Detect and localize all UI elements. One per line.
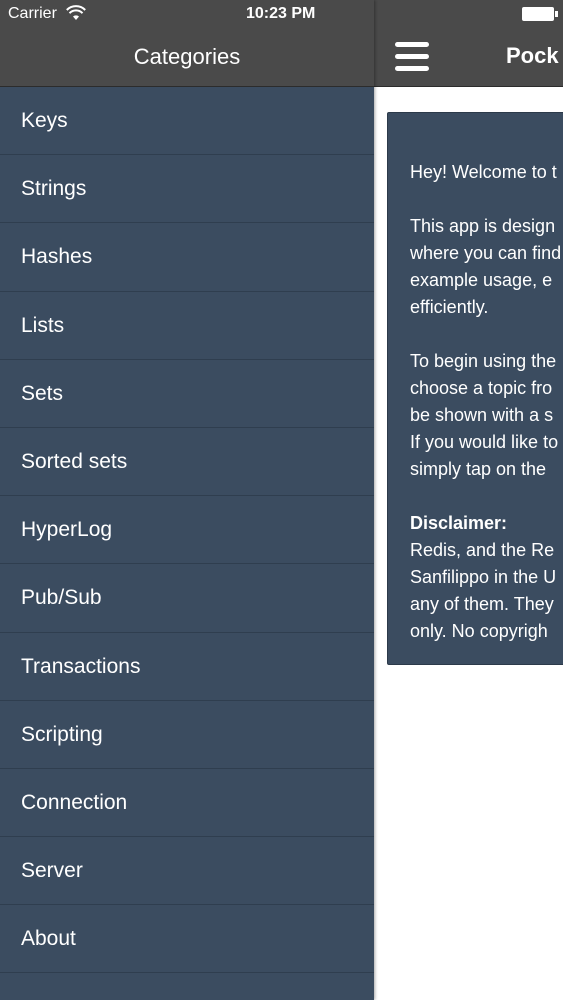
app-screen: Carrier 10:23 PM Categories Keys Strings…	[0, 0, 563, 1000]
welcome-instructions: To begin using the choose a topic fro be…	[410, 351, 559, 479]
category-item-server[interactable]: Server	[0, 837, 374, 906]
main-title: Pock	[506, 43, 559, 68]
status-time: 10:23 PM	[246, 5, 316, 22]
welcome-intro: This app is design where you can find ex…	[410, 216, 562, 317]
category-item-hyperlog[interactable]: HyperLog	[0, 496, 374, 565]
category-item-lists[interactable]: Lists	[0, 292, 374, 360]
disclaimer-body: Redis, and the Re Sanfilippo in the U an…	[410, 540, 557, 641]
category-item-transactions[interactable]: Transactions	[0, 633, 374, 701]
status-bar-right	[374, 0, 563, 30]
battery-tip	[555, 11, 558, 17]
disclaimer-section: Disclaimer: Redis, and the Re Sanfilippo …	[410, 510, 563, 645]
welcome-greeting: Hey! Welcome to t	[410, 162, 557, 182]
battery-icon	[522, 7, 554, 21]
category-item-sets[interactable]: Sets	[0, 360, 374, 428]
category-item-pub-sub[interactable]: Pub/Sub	[0, 564, 374, 633]
category-item-hashes[interactable]: Hashes	[0, 223, 374, 292]
status-bar: Carrier 10:23 PM	[0, 0, 374, 30]
categories-drawer: Carrier 10:23 PM Categories Keys Strings…	[0, 0, 374, 1000]
drawer-header: Categories	[0, 30, 374, 87]
main-pane: Pock Hey! Welcome to t This app is desig…	[374, 0, 563, 1000]
category-item-keys[interactable]: Keys	[0, 87, 374, 156]
drawer-title: Categories	[133, 44, 241, 69]
carrier-label: Carrier	[8, 5, 57, 22]
category-list: Keys Strings Hashes Lists Sets Sorted se…	[0, 87, 374, 974]
wifi-icon	[66, 5, 86, 20]
main-header: Pock	[374, 30, 563, 87]
category-item-strings[interactable]: Strings	[0, 155, 374, 224]
welcome-card: Hey! Welcome to t This app is design whe…	[387, 112, 563, 665]
category-item-sorted-sets[interactable]: Sorted sets	[0, 428, 374, 497]
disclaimer-heading: Disclaimer:	[410, 513, 508, 533]
category-item-connection[interactable]: Connection	[0, 769, 374, 838]
category-item-scripting[interactable]: Scripting	[0, 701, 374, 769]
hamburger-icon[interactable]	[395, 42, 429, 72]
category-item-about[interactable]: About	[0, 905, 374, 974]
